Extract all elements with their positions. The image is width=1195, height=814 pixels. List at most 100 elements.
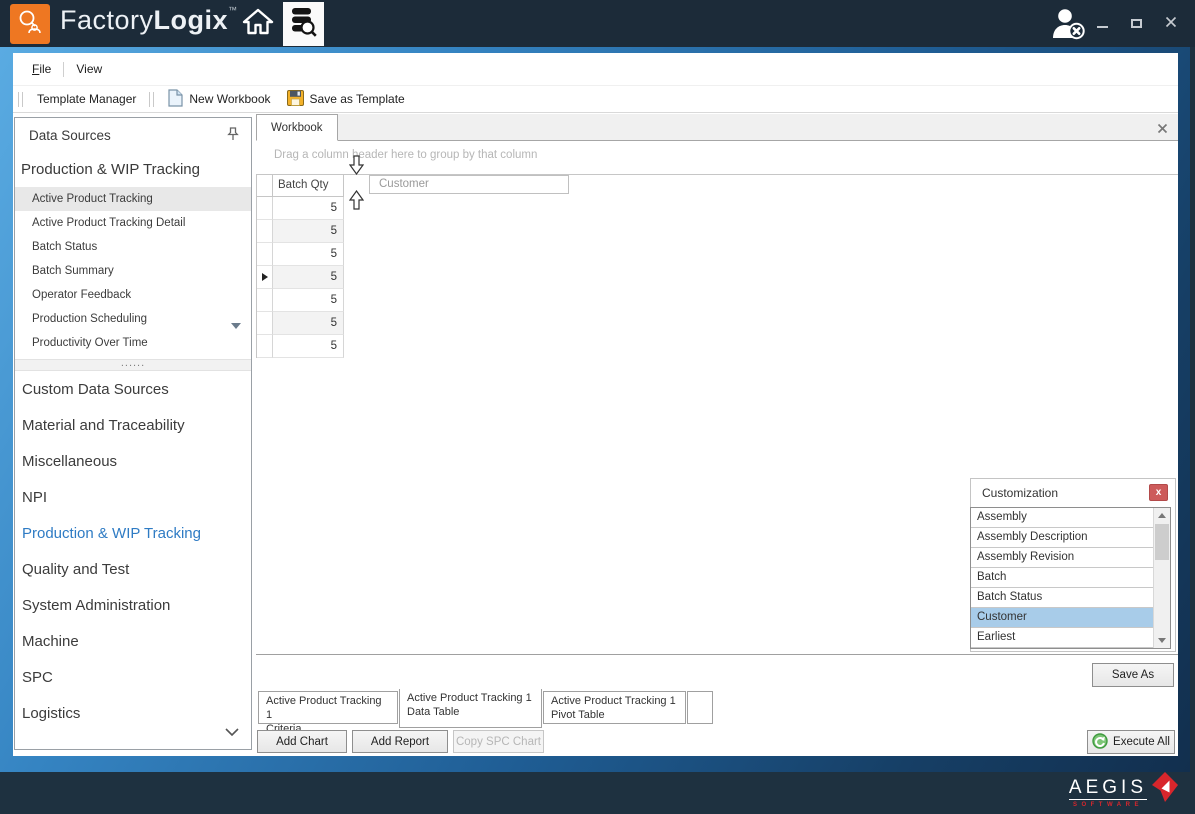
batch-qty-cell[interactable]: 5 [273,312,344,335]
scroll-down-button[interactable] [1154,633,1170,648]
new-workbook-button[interactable]: New Workbook [160,86,278,113]
execute-all-button[interactable]: Execute All [1087,730,1175,754]
row-indicator-cell [257,220,273,243]
execute-icon [1092,733,1108,752]
maximize-button[interactable] [1131,19,1142,28]
save-as-button[interactable]: Save As [1092,663,1174,687]
table-row[interactable]: 5 [257,312,344,335]
row-indicator-cell [257,335,273,358]
category-spc[interactable]: SPC [15,659,251,695]
table-row[interactable]: 5 [257,220,344,243]
workbook-designer-window: File View Template Manager New Workbook … [0,47,1190,772]
row-indicator-cell [257,312,273,335]
batch-qty-cell[interactable]: 5 [273,197,344,220]
app-logo-icon [16,8,44,41]
field-assembly-description[interactable]: Assembly Description [971,528,1153,548]
user-signout-button[interactable] [1048,7,1090,41]
sidebar-splitter[interactable]: ...... [15,359,251,371]
category-production-wip-tracking[interactable]: Production & WIP Tracking [15,515,251,551]
toolbar-grip [18,92,23,107]
menu-file[interactable]: File [23,58,60,80]
row-indicator-icon [262,273,268,281]
category-quality-and-test[interactable]: Quality and Test [15,551,251,587]
copy-spc-chart-button: Copy SPC Chart [453,730,544,753]
drop-above-icon [349,155,364,180]
field-customer[interactable]: Customer [971,608,1153,628]
maximize-icon [1131,19,1142,28]
tab-workbook[interactable]: Workbook [256,114,338,141]
sidebar-group-title: Production & WIP Tracking [15,150,251,187]
category-logistics[interactable]: Logistics [15,695,251,731]
sidebar-item-operator-feedback[interactable]: Operator Feedback [15,283,251,307]
field-earliest[interactable]: Earliest [971,628,1153,648]
batch-qty-cell[interactable]: 5 [273,289,344,312]
scroll-chevron-icon[interactable] [225,723,239,741]
tab-close-button[interactable] [1157,121,1168,139]
aegis-sub-text: SOFTWARE [1073,802,1143,808]
column-header-batch-qty[interactable]: Batch Qty [273,175,344,197]
batch-qty-cell[interactable]: 5 [273,243,344,266]
table-row[interactable]: 5 [257,289,344,312]
batch-qty-cell[interactable]: 5 [273,220,344,243]
menu-view[interactable]: View [67,58,111,80]
scroll-down-icon [1158,638,1166,643]
scroll-up-button[interactable] [1154,508,1170,523]
group-by-hint[interactable]: Drag a column header here to group by th… [274,149,537,161]
add-chart-button[interactable]: Add Chart [257,730,347,753]
data-explorer-button[interactable] [283,2,324,46]
sidebar-item-batch-status[interactable]: Batch Status [15,235,251,259]
close-button[interactable] [1165,15,1177,33]
customization-close-button[interactable]: x [1149,484,1168,501]
table-row[interactable]: 5 [257,266,344,289]
minimize-button[interactable] [1097,20,1108,28]
data-search-icon [290,6,317,42]
customization-field-list: Assembly Assembly Description Assembly R… [970,507,1171,649]
tab-criteria[interactable]: Active Product Tracking 1Criteria [258,691,398,724]
window-controls [1097,0,1177,47]
titlebar: FactoryLogix™ [0,0,1195,47]
menu-separator [63,62,64,77]
pin-icon[interactable] [227,127,239,144]
scroll-up-icon [1158,513,1166,518]
sidebar-item-active-product-tracking[interactable]: Active Product Tracking [15,187,251,211]
customization-scrollbar[interactable] [1153,508,1170,648]
tab-pivot-table[interactable]: Active Product Tracking 1Pivot Table [543,691,686,724]
aegis-brand-text: AEGIS [1069,778,1147,800]
sidebar-item-production-scheduling[interactable]: Production Scheduling [15,307,251,331]
table-row[interactable]: 5 [257,335,344,358]
scrollbar-thumb[interactable] [1155,524,1169,560]
sidebar-item-productivity-over-time[interactable]: Productivity Over Time [15,331,251,355]
category-custom-data-sources[interactable]: Custom Data Sources [15,371,251,407]
category-material-and-traceability[interactable]: Material and Traceability [15,407,251,443]
dragged-column-header-customer[interactable]: Customer [369,175,569,194]
field-batch[interactable]: Batch [971,568,1153,588]
row-indicator-cell [257,243,273,266]
row-indicator-header [257,175,273,197]
batch-qty-cell[interactable]: 5 [273,266,344,289]
more-arrow-icon[interactable] [231,323,241,329]
category-npi[interactable]: NPI [15,479,251,515]
app-logo [10,4,50,44]
home-button[interactable] [238,8,278,40]
category-miscellaneous[interactable]: Miscellaneous [15,443,251,479]
minimize-icon [1097,26,1108,28]
home-icon [242,8,274,40]
field-assembly-revision[interactable]: Assembly Revision [971,548,1153,568]
row-indicator-cell [257,197,273,220]
field-batch-status[interactable]: Batch Status [971,588,1153,608]
category-machine[interactable]: Machine [15,623,251,659]
add-report-button[interactable]: Add Report [352,730,448,753]
window-content: File View Template Manager New Workbook … [13,53,1178,756]
template-manager-button[interactable]: Template Manager [29,89,144,109]
aegis-arrow-icon [1152,772,1179,808]
field-assembly[interactable]: Assembly [971,508,1153,528]
category-system-administration[interactable]: System Administration [15,587,251,623]
menubar: File View [13,53,1178,86]
sidebar-item-batch-summary[interactable]: Batch Summary [15,259,251,283]
batch-qty-cell[interactable]: 5 [273,335,344,358]
table-row[interactable]: 5 [257,197,344,220]
save-as-template-button[interactable]: Save as Template [279,87,413,112]
table-row[interactable]: 5 [257,243,344,266]
tab-data-table[interactable]: Active Product Tracking 1Data Table [399,689,542,728]
sidebar-item-active-product-tracking-detail[interactable]: Active Product Tracking Detail [15,211,251,235]
